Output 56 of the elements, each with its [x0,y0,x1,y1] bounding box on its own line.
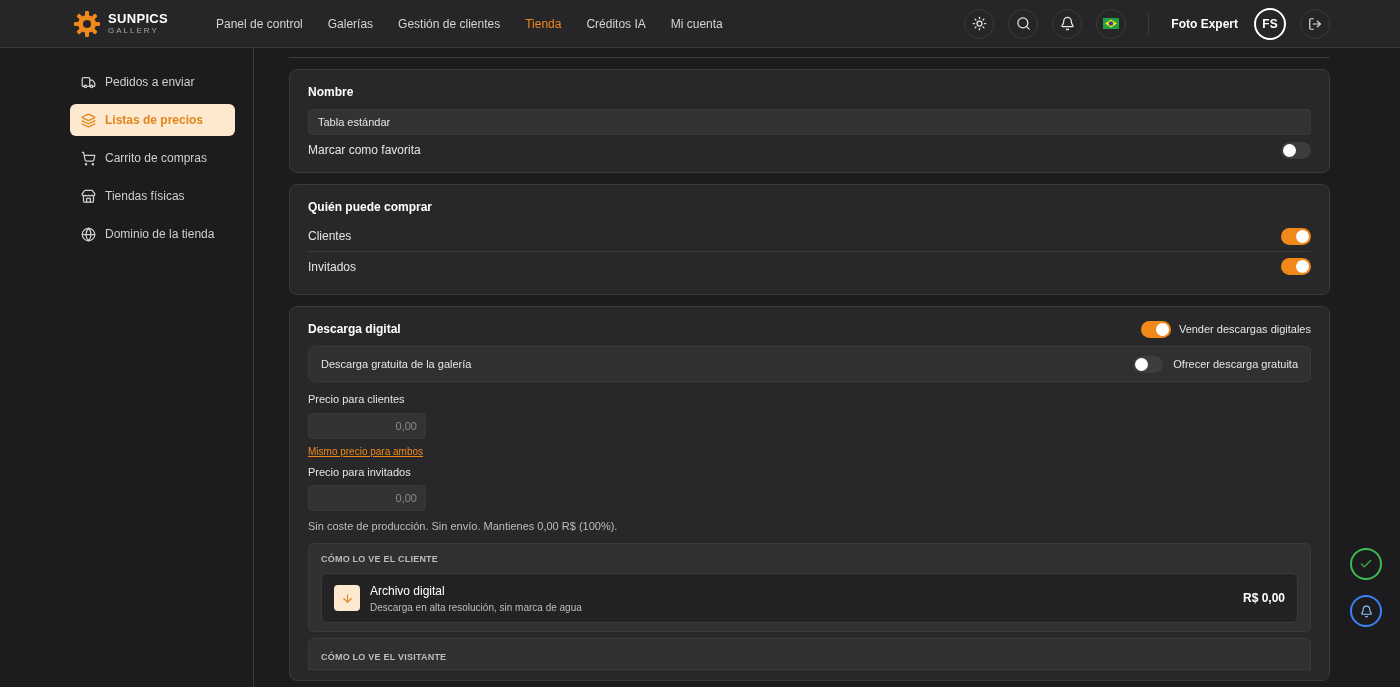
brand-tagline: GALLERY [108,27,160,35]
toggle-label: Vender descargas digitales [1178,321,1311,337]
name-input[interactable]: Tabla estándar [308,109,1311,135]
nav-link[interactable]: Tienda [525,14,562,33]
price-input[interactable]: 0,00 [308,412,426,439]
toggle-switch[interactable] [1140,320,1171,338]
favorite-label: Marcar como favorita [308,142,421,159]
confirm-button[interactable] [1350,548,1382,580]
option-label: Invitados [308,258,357,276]
truck-icon [81,74,96,90]
panel-title: Descarga gratuita de la galería [321,356,472,372]
sidebar-item[interactable]: Pedidos a enviar [70,66,235,98]
cart-icon [81,150,96,166]
field-label: Precio para invitados [308,464,412,480]
user-avatar[interactable]: FS [1254,7,1286,40]
bell-icon [1359,604,1373,618]
info-note: Sin coste de producción. Sin envío. Mantienes 0,00 R$ (100%). [308,519,619,534]
toggle-switch[interactable] [1281,141,1311,159]
card-title: Quién puede comprar [308,199,434,216]
flag-icon [1103,18,1120,29]
price-input[interactable]: 0,00 [308,485,426,511]
nav-link[interactable]: Mi cuenta [670,14,723,33]
product-subtitle: Descarga en alta resolución, sin marca de agua [370,600,582,615]
sidebar-item[interactable]: Dominio de la tienda [70,218,235,250]
same-price-link[interactable]: Mismo precio para ambos [308,443,424,459]
card-title: Descarga digital [308,321,401,338]
preview-heading: CÓMO LO VE EL CLIENTE [321,552,440,566]
store-icon [81,188,96,204]
search-icon [1015,16,1031,31]
layers-icon [81,112,96,128]
product-price: R$ 0,00 [1242,590,1285,607]
nav-link[interactable]: Créditos IA [586,14,646,33]
logout-icon [1308,16,1322,31]
sidebar-item[interactable]: Carrito de compras [70,142,235,174]
nav-link[interactable]: Gestión de clientes [398,14,501,33]
card-title: Nombre [308,84,355,101]
download-icon [334,585,360,611]
toggle-switch[interactable] [1281,227,1311,245]
check-icon [1359,557,1373,571]
toggle-switch[interactable] [1281,258,1311,275]
toggle-switch[interactable] [1133,355,1164,373]
field-label: Precio para clientes [308,392,406,407]
nav-link[interactable]: Panel de control [216,14,303,33]
bell-icon [1059,16,1075,31]
toggle-label: Ofrecer descarga gratuita [1173,356,1298,372]
nav-link[interactable]: Galerías [327,14,374,33]
globe-icon [81,226,96,242]
option-label: Clientes [308,228,352,245]
notification-float-button[interactable] [1350,595,1382,627]
product-title: Archivo digital [370,582,446,600]
preview-heading: CÓMO LO VE EL VISITANTE [321,652,447,662]
gear-logo-icon [74,10,100,37]
sidebar-item[interactable]: Tiendas físicas [70,180,235,212]
user-name: Foto Expert [1171,15,1238,33]
sun-icon [971,16,987,31]
brand-name: SUNPICS [108,12,169,25]
